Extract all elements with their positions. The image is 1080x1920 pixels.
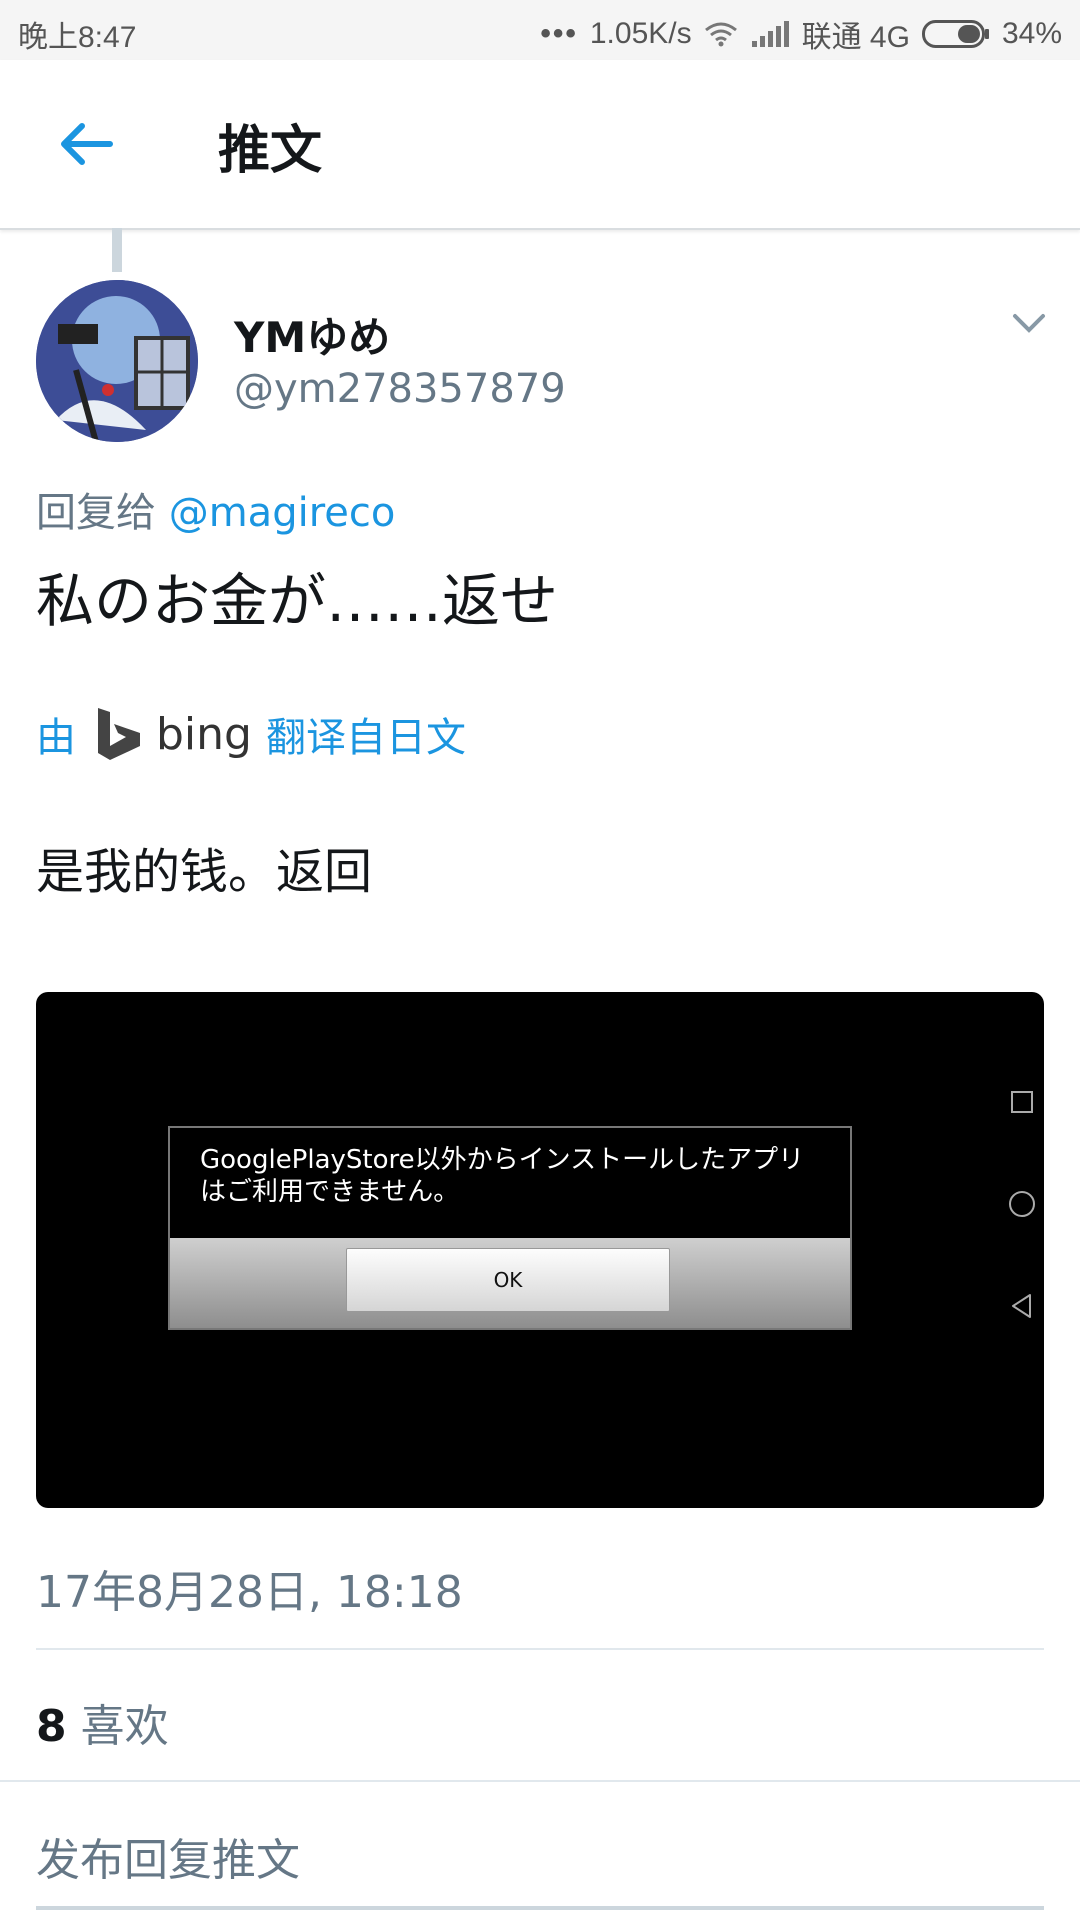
square-icon (1011, 1091, 1033, 1113)
reply-mention-link[interactable]: @magireco (169, 490, 396, 536)
reply-context: 回复给 @magireco (36, 480, 395, 538)
reply-prefix: 回复给 (36, 490, 156, 536)
chevron-down-icon[interactable] (1012, 312, 1046, 334)
network-speed: 1.05K/s (589, 17, 692, 50)
reply-input-underline (36, 1906, 1044, 1910)
wifi-icon (704, 22, 737, 47)
triangle-back-icon (1012, 1294, 1031, 1318)
dialog-ok-button: OK (346, 1248, 670, 1312)
screenshot-dialog: GooglePlayStore以外からインストールしたアプリはご利用できません。… (168, 1126, 852, 1330)
arrow-left-icon[interactable] (56, 120, 114, 168)
notification-dots: ••• (540, 17, 578, 50)
status-time: 晚上8:47 (18, 21, 137, 54)
circle-icon (1009, 1191, 1035, 1217)
author-display-name[interactable]: YMゆめ (234, 304, 390, 365)
translation-attribution[interactable]: 由 bing 翻译自日文 (36, 706, 466, 762)
top-app-bar: 推文 (0, 60, 1080, 230)
translate-suffix: 翻译自日文 (265, 715, 466, 761)
avatar[interactable] (36, 280, 198, 442)
likes-stat[interactable]: 8 喜欢 (36, 1690, 169, 1754)
status-right: ••• 1.05K/s 联通 4G 34% (540, 12, 1062, 56)
tweet-timestamp: 17年8月28日, 18:18 (36, 1567, 463, 1618)
author-handle[interactable]: @ym278357879 (234, 366, 566, 412)
carrier-label: 联通 4G (801, 21, 910, 54)
likes-count: 8 (36, 1701, 67, 1752)
signal-icon (751, 21, 789, 47)
translate-prefix: 由 (36, 715, 76, 761)
battery-icon (921, 20, 989, 48)
page-title: 推文 (218, 121, 323, 181)
thread-connector (112, 228, 122, 272)
status-bar: 晚上8:47 ••• 1.05K/s 联通 4G 34% (0, 0, 1080, 60)
tweet-text: 私のお金が……返せ (36, 567, 559, 635)
divider (0, 1780, 1080, 1782)
dialog-button-bar: OK (170, 1238, 850, 1328)
battery-level: 34% (1001, 17, 1062, 50)
divider (36, 1648, 1044, 1650)
translate-brand: bing (156, 708, 252, 760)
bing-logo-icon (98, 708, 140, 760)
likes-label: 喜欢 (80, 1701, 169, 1752)
translated-text: 是我的钱。返回 (36, 844, 373, 900)
tweet-media-image[interactable]: GooglePlayStore以外からインストールしたアプリはご利用できません。… (36, 992, 1044, 1508)
dialog-message: GooglePlayStore以外からインストールしたアプリはご利用できません。 (170, 1128, 850, 1238)
avatar-image (36, 280, 198, 442)
reply-input[interactable]: 发布回复推文 (36, 1824, 300, 1888)
